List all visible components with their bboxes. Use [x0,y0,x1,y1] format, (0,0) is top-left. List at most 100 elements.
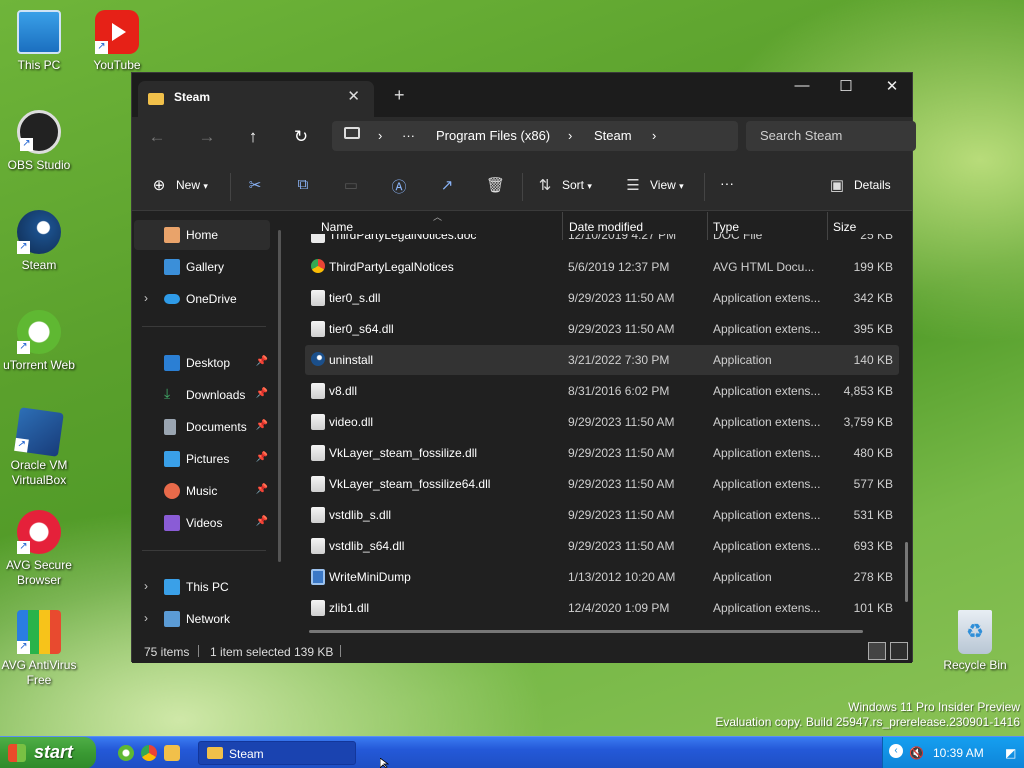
taskbar-button-steam[interactable]: Steam [198,741,356,765]
status-divider [198,645,199,657]
pin-icon: 📌 [255,484,268,495]
desktop-icon-this-pc[interactable]: This PC [0,10,78,73]
desktop-icon-obs-studio[interactable]: ↗ OBS Studio [0,110,78,173]
table-row[interactable]: VkLayer_steam_fossilize64.dll 9/29/2023 1… [305,469,899,499]
sidebar-item-onedrive[interactable]: › OneDrive [134,284,270,314]
item-count: 75 items [144,645,190,659]
system-tray: ‹ 🔇 10:39 AM ◩ [882,737,1024,768]
rename-icon[interactable]: Ⓐ [390,176,408,196]
desktop-icon-virtualbox[interactable]: ↗ Oracle VM VirtualBox [0,407,78,488]
vertical-scrollbar[interactable] [905,542,908,602]
chevron-left-icon[interactable]: ‹ [889,744,903,758]
up-button[interactable]: ↑ [240,127,266,147]
chevron-right-icon[interactable]: › [144,291,148,305]
sidebar-item-this-pc[interactable]: › This PC [134,572,270,602]
sidebar-item-videos[interactable]: Videos 📌 [134,508,270,538]
sidebar-item-downloads[interactable]: ⤓ Downloads 📌 [134,380,270,410]
table-row[interactable]: VkLayer_steam_fossilize.dll 9/29/2023 11:… [305,438,899,468]
table-row[interactable]: zlib1.dll 12/4/2020 1:09 PM Application ex… [305,593,899,623]
large-icons-view-button[interactable] [890,642,908,660]
horizontal-scrollbar[interactable] [309,630,863,633]
sidebar-item-documents[interactable]: Documents 📌 [134,412,270,442]
minimize-button[interactable]: — [782,77,822,94]
sidebar-scrollbar[interactable] [278,230,281,562]
table-row[interactable]: video.dll 9/29/2023 11:50 AM Application e… [305,407,899,437]
status-divider [340,645,341,657]
table-row[interactable]: ThirdPartyLegalNotices.doc 12/10/2019 4:… [305,234,899,244]
refresh-button[interactable]: ↻ [288,127,314,147]
column-header-type[interactable]: Type [713,220,739,234]
forward-button[interactable]: → [194,127,220,147]
sidebar-item-pictures[interactable]: Pictures 📌 [134,444,270,474]
title-bar: Steam ✕ + — ☐ ✕ [132,73,912,117]
table-row[interactable]: uninstall 3/21/2022 7:30 PM Application 140… [305,345,899,375]
chevron-right-icon[interactable]: › [144,579,148,593]
file-explorer-window: Steam ✕ + — ☐ ✕ ← → ↑ ↻ › ··· Program Fi… [131,72,916,663]
view-button[interactable]: View ▾ [650,178,684,192]
gallery-icon [164,259,180,275]
file-name: zlib1.dll [329,601,370,615]
table-row[interactable]: tier0_s64.dll 9/29/2023 11:50 AM Applicati… [305,314,899,344]
desktop-icon-label: YouTube [93,58,141,72]
new-button[interactable]: New ▾ [176,178,208,192]
search-input[interactable]: Search Steam [746,121,916,151]
breadcrumb-program-files[interactable]: Program Files (x86) [436,128,550,143]
new-label: New [176,178,201,192]
tab-steam[interactable]: Steam ✕ [138,81,374,117]
file-date: 12/4/2020 1:09 PM [568,601,670,615]
partial-row-clip: ThirdPartyLegalNotices.doc 12/10/2019 4:… [289,234,914,244]
chevron-right-icon[interactable]: › [144,611,148,625]
file-name: tier0_s64.dll [329,322,394,336]
breadcrumb-more-button[interactable]: ··· [402,128,415,143]
column-header-date-modified[interactable]: Date modified [569,220,643,234]
details-view-button[interactable] [868,642,886,660]
sidebar-item-music[interactable]: Music 📌 [134,476,270,506]
sidebar-item-gallery[interactable]: Gallery [134,252,270,282]
start-button[interactable]: start [0,737,96,768]
file-type: Application extens... [713,291,821,305]
desktop-icon-steam[interactable]: ↗ Steam [0,210,78,273]
desktop-icon-recycle-bin[interactable]: ♻ Recycle Bin [936,610,1014,673]
chrome-quicklaunch-icon[interactable] [141,745,157,761]
tab-close-button[interactable]: ✕ [347,87,360,105]
table-row[interactable]: vstdlib_s64.dll 9/29/2023 11:50 AM Applica… [305,531,899,561]
breadcrumb-steam[interactable]: Steam [594,128,632,143]
copy-icon[interactable]: ⧉ [294,176,312,194]
clock[interactable]: 10:39 AM [933,746,984,760]
table-row[interactable]: WriteMiniDump 1/13/2012 10:20 AM Applicati… [305,562,899,592]
desktop-icon-utorrent-web[interactable]: ↗ uTorrent Web [0,310,78,373]
music-icon [164,483,180,499]
explorer-quicklaunch-icon[interactable] [164,745,180,761]
delete-icon[interactable]: 🗑 [486,176,505,194]
close-button[interactable]: ✕ [872,77,912,95]
back-button[interactable]: ← [144,127,170,147]
sidebar-item-home[interactable]: Home [134,220,270,250]
more-options-button[interactable]: ··· [720,175,734,191]
sidebar-item-desktop[interactable]: Desktop 📌 [134,348,270,378]
sidebar-item-network[interactable]: › Network [134,604,270,634]
desktop-icon-avg-secure-browser[interactable]: ↗ AVG Secure Browser [0,510,78,588]
share-icon[interactable]: ↗ [438,176,456,194]
table-row[interactable]: tier0_s.dll 9/29/2023 11:50 AM Application… [305,283,899,313]
file-type: Application [713,570,772,584]
column-header-size[interactable]: Size [833,220,856,234]
notification-icon[interactable]: ◩ [1005,746,1016,760]
table-row[interactable]: v8.dll 8/31/2016 6:02 PM Application exten… [305,376,899,406]
utorrent-quicklaunch-icon[interactable] [118,745,134,761]
details-button[interactable]: Details [854,178,891,192]
table-row[interactable]: ThirdPartyLegalNotices 5/6/2019 12:37 PM A… [305,252,899,282]
desktop-icon-youtube[interactable]: ↗ YouTube [78,10,156,73]
sort-button[interactable]: Sort ▾ [562,178,592,192]
cut-icon[interactable]: ✂ [246,176,264,194]
address-bar[interactable]: › ··· Program Files (x86) › Steam › [332,121,738,151]
dll-icon [311,507,325,523]
column-header-name[interactable]: Name [321,220,353,234]
file-date: 9/29/2023 11:50 AM [568,322,675,336]
search-placeholder: Search Steam [760,128,843,143]
new-tab-button[interactable]: + [394,85,405,106]
desktop-icon-avg-antivirus[interactable]: ↗ AVG AntiVirus Free [0,610,78,688]
maximize-button[interactable]: ☐ [826,77,866,95]
table-row[interactable]: vstdlib_s.dll 9/29/2023 11:50 AM Applicati… [305,500,899,530]
paste-icon[interactable]: ▭ [342,176,360,194]
volume-muted-icon[interactable]: 🔇 [909,746,924,760]
